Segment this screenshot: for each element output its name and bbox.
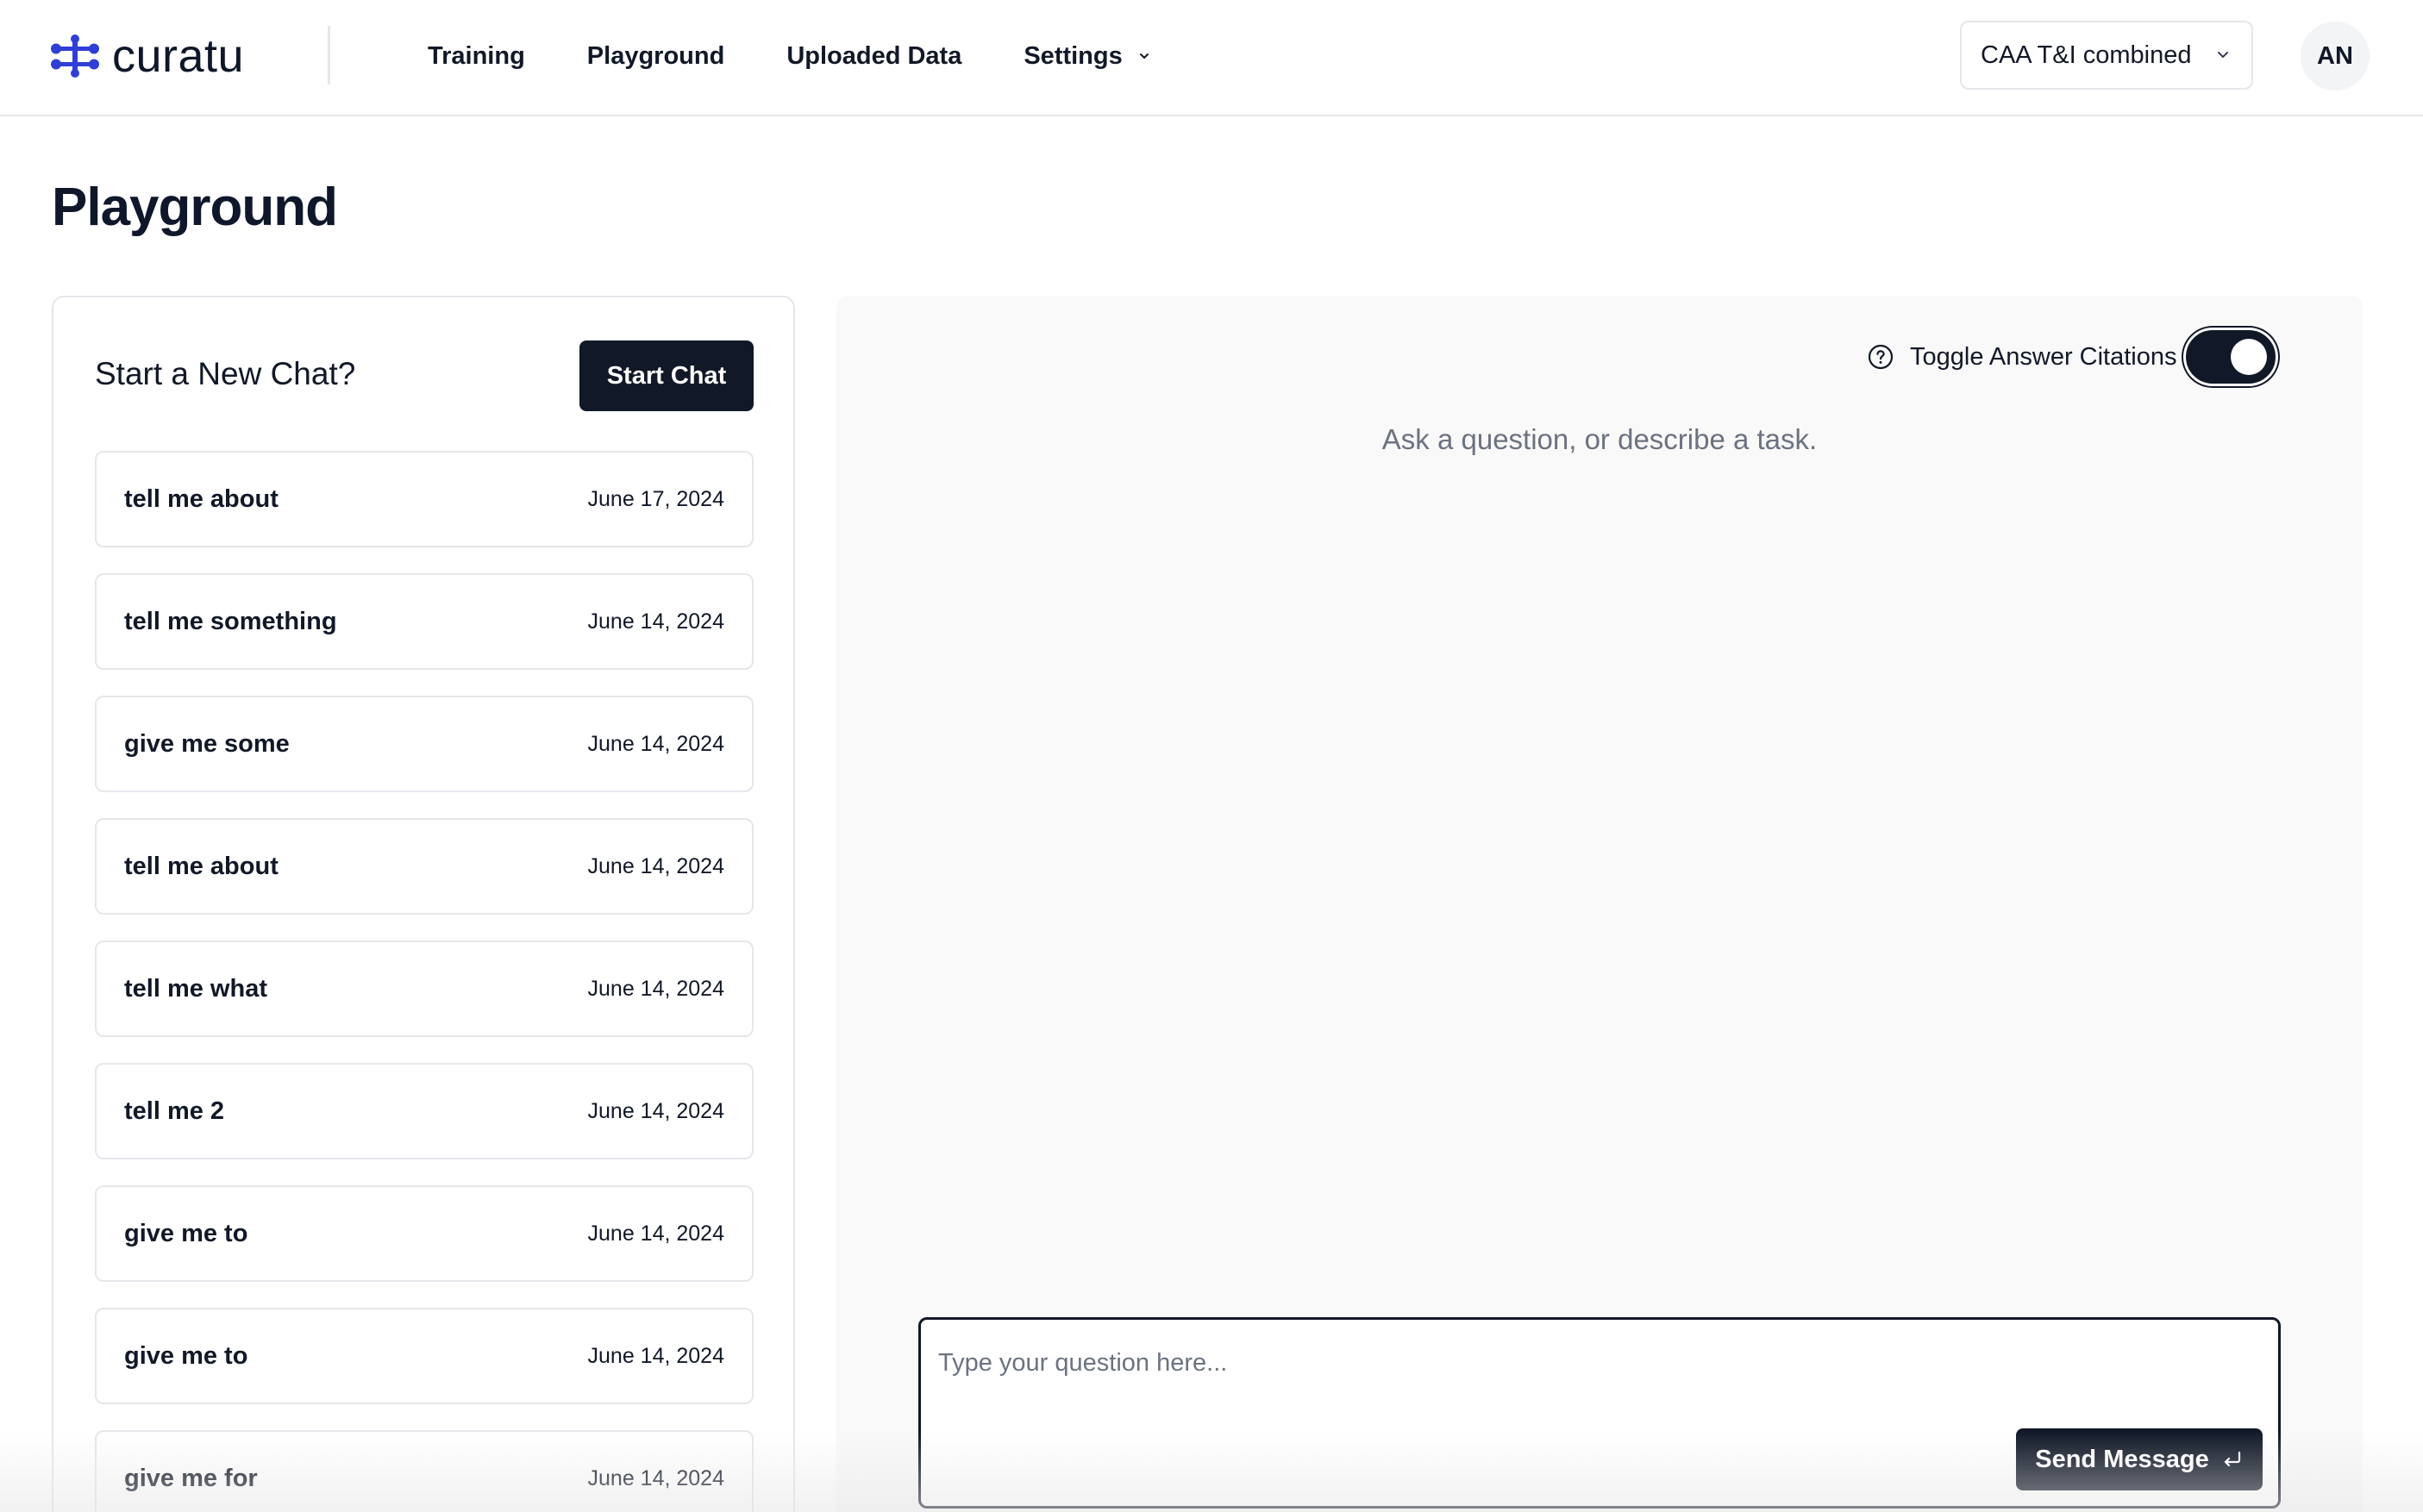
main-nav: Training Playground Uploaded Data Settin… xyxy=(428,34,1214,78)
empty-state-prompt: Ask a question, or describe a task. xyxy=(1381,423,1818,455)
chat-title: give me to xyxy=(124,1219,248,1247)
chat-list-item[interactable]: give me to June 14, 2024 xyxy=(95,1185,754,1282)
workspace-select-value: CAA T&I combined xyxy=(1981,41,2192,69)
brand-name: curatu xyxy=(112,30,245,82)
chat-history-panel: Start a New Chat? Start Chat tell me abo… xyxy=(52,296,795,1512)
chat-title: tell me about xyxy=(124,852,279,880)
nav-item-playground[interactable]: Playground xyxy=(587,42,725,71)
chat-list-item[interactable]: tell me what June 14, 2024 xyxy=(95,940,754,1037)
chat-date: June 14, 2024 xyxy=(587,609,724,634)
message-composer: Send Message xyxy=(918,1317,2281,1509)
start-chat-button[interactable]: Start Chat xyxy=(579,341,754,411)
chat-title: give me some xyxy=(124,729,290,758)
chevron-down-icon xyxy=(2218,52,2228,58)
page-title: Playground xyxy=(52,178,338,237)
help-circle-icon[interactable] xyxy=(1867,343,1894,371)
chat-date: June 14, 2024 xyxy=(587,1343,724,1368)
chat-list: tell me about June 17, 2024 tell me some… xyxy=(95,451,754,1512)
curatu-logo-icon xyxy=(51,34,99,78)
send-message-button[interactable]: Send Message xyxy=(2016,1428,2263,1490)
enter-return-icon xyxy=(2224,1451,2240,1467)
chat-title: tell me 2 xyxy=(124,1097,225,1125)
citations-toggle-label: Toggle Answer Citations xyxy=(1910,342,2177,371)
top-header: curatu Training Playground Uploaded Data… xyxy=(0,0,2423,116)
chat-date: June 14, 2024 xyxy=(587,731,724,756)
chat-date: June 14, 2024 xyxy=(587,976,724,1001)
chat-title: give me for xyxy=(124,1464,258,1492)
nav-item-label: Playground xyxy=(586,41,725,70)
header-divider xyxy=(328,26,330,84)
citations-toggle-row: Toggle Answer Citations xyxy=(1867,330,2276,384)
chat-date: June 14, 2024 xyxy=(587,1221,724,1246)
chat-list-item[interactable]: tell me about June 17, 2024 xyxy=(95,451,754,547)
chat-date: June 14, 2024 xyxy=(587,853,724,878)
chat-date: June 14, 2024 xyxy=(587,1465,724,1490)
brand-logo[interactable]: curatu xyxy=(50,31,244,81)
workspace-select[interactable]: CAA T&I combined xyxy=(1960,21,2253,90)
chat-title: tell me something xyxy=(124,607,337,635)
conversation-panel: Toggle Answer Citations Ask a question, … xyxy=(836,296,2363,1512)
chat-list-item[interactable]: give me some June 14, 2024 xyxy=(95,696,754,792)
chat-title: tell me what xyxy=(124,974,267,1003)
user-avatar[interactable]: AN xyxy=(2301,22,2370,91)
citations-toggle-switch[interactable] xyxy=(2185,330,2276,384)
chat-title: tell me about xyxy=(124,484,279,513)
nav-item-label: Settings xyxy=(1024,41,1123,70)
chat-date: June 17, 2024 xyxy=(587,486,724,511)
new-chat-heading: Start a New Chat? xyxy=(95,356,356,391)
chevron-down-icon xyxy=(1139,53,1149,59)
question-input[interactable] xyxy=(938,1337,2257,1389)
chat-list-item[interactable]: give me for June 14, 2024 xyxy=(95,1430,754,1512)
user-initials: AN xyxy=(2317,41,2353,70)
send-message-label: Send Message xyxy=(2035,1445,2209,1473)
chat-list-item[interactable]: tell me 2 June 14, 2024 xyxy=(95,1063,754,1159)
nav-item-settings[interactable]: Settings xyxy=(1024,42,1151,71)
nav-item-uploaded-data[interactable]: Uploaded Data xyxy=(786,42,961,71)
nav-item-label: Uploaded Data xyxy=(786,41,962,70)
chat-date: June 14, 2024 xyxy=(587,1098,724,1123)
chat-list-item[interactable]: give me to June 14, 2024 xyxy=(95,1308,754,1404)
chat-list-item[interactable]: tell me about June 14, 2024 xyxy=(95,818,754,915)
toggle-knob xyxy=(2230,339,2267,375)
chat-list-item[interactable]: tell me something June 14, 2024 xyxy=(95,573,754,670)
nav-item-label: Training xyxy=(428,41,525,70)
nav-item-training[interactable]: Training xyxy=(428,42,525,71)
chat-title: give me to xyxy=(124,1341,248,1370)
